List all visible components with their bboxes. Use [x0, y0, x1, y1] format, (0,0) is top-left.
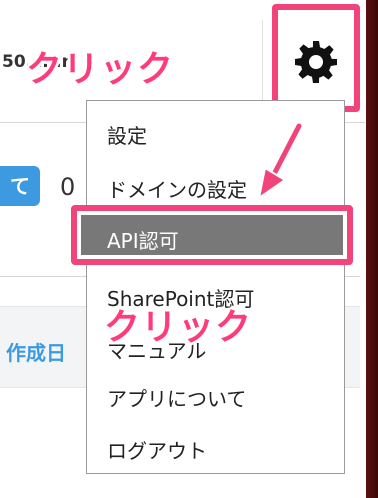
item-count: 0	[60, 173, 76, 201]
click-annotation-api: クリック	[104, 307, 253, 348]
menu-item-api-auth[interactable]: API認可	[71, 205, 353, 265]
menu-item-about[interactable]: アプリについて	[107, 383, 246, 412]
settings-menu: 設定 ドメインの設定 API認可 SharePoint認可 マニュアル アプリに…	[71, 100, 353, 474]
menu-item-logout[interactable]: ログアウト	[107, 435, 207, 464]
gear-icon	[295, 41, 337, 83]
column-created-date[interactable]: 作成日	[6, 337, 66, 366]
menu-item-settings[interactable]: 設定	[107, 120, 147, 149]
click-annotation-settings: クリック	[26, 49, 175, 90]
menu-item-api-auth-label: API認可	[107, 229, 179, 253]
window-edge	[366, 0, 378, 498]
settings-button[interactable]	[272, 4, 360, 112]
menu-item-api-auth-highlight: API認可	[81, 215, 343, 255]
arrow-icon	[257, 122, 304, 201]
menu-item-domain-settings[interactable]: ドメインの設定	[107, 174, 247, 203]
header-divider	[262, 20, 263, 100]
action-button[interactable]: て	[0, 166, 40, 206]
